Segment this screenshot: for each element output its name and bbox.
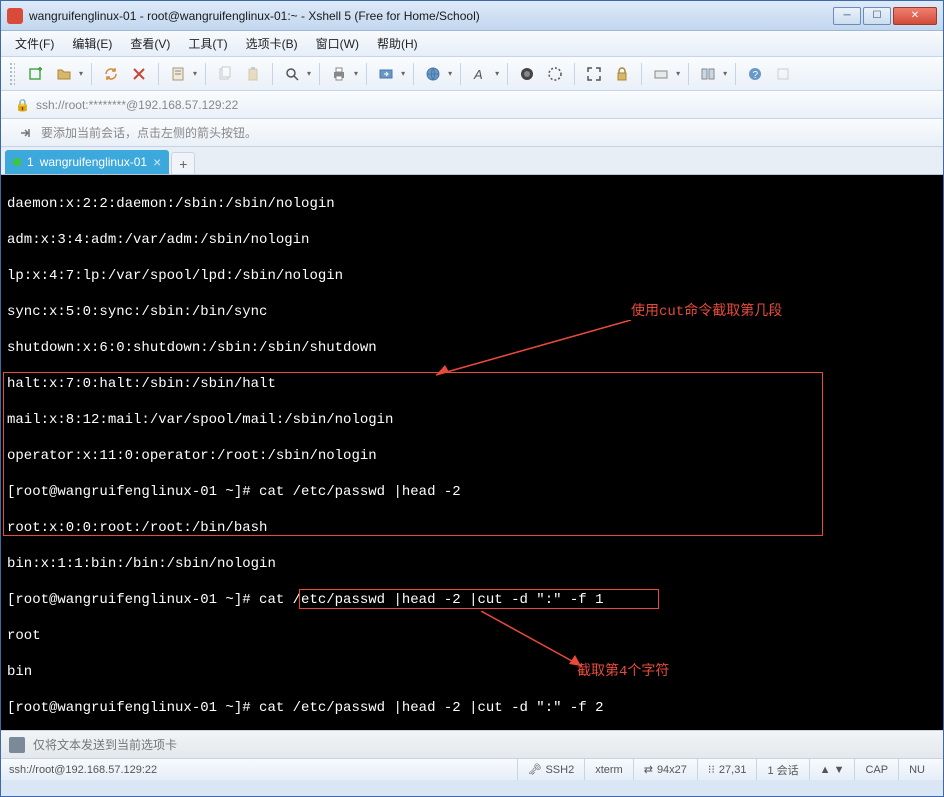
chevron-down-icon[interactable]: ▾ (723, 69, 727, 78)
hint-bar: 要添加当前会话，点击左侧的箭头按钮。 (1, 119, 943, 147)
minimize-button[interactable]: ─ (833, 7, 861, 25)
terminal-line: bin (7, 663, 937, 681)
lock-button[interactable] (611, 63, 633, 85)
status-connection: ssh://root@192.168.57.129:22 (9, 764, 157, 776)
chevron-down-icon[interactable]: ▾ (676, 69, 680, 78)
help-button[interactable]: ? (744, 63, 766, 85)
terminal-line: operator:x:11:0:operator:/root:/sbin/nol… (7, 447, 937, 465)
status-dot-icon (13, 158, 21, 166)
tabs-bar: 1 wangruifenglinux-01 × + (1, 147, 943, 175)
pin-icon: ⁝⁝ (708, 763, 715, 776)
about-button[interactable] (772, 63, 794, 85)
toolbar: ▾ ▾ ▾ ▾ ▾ ▾ A ▾ ▾ ▾ ? (1, 57, 943, 91)
menu-window[interactable]: 窗口(W) (308, 32, 367, 55)
find-button[interactable] (281, 63, 303, 85)
terminal-line: mail:x:8:12:mail:/var/spool/mail:/sbin/n… (7, 411, 937, 429)
terminal-line: adm:x:3:4:adm:/var/adm:/sbin/nologin (7, 231, 937, 249)
globe-button[interactable] (422, 63, 444, 85)
window-title: wangruifenglinux-01 - root@wangruifengli… (29, 9, 831, 23)
highlight-button[interactable] (544, 63, 566, 85)
annotation-text-2: 截取第4个字符 (577, 663, 669, 681)
menubar: 文件(F) 编辑(E) 查看(V) 工具(T) 选项卡(B) 窗口(W) 帮助(… (1, 31, 943, 57)
chevron-down-icon[interactable]: ▾ (307, 69, 311, 78)
close-tab-button[interactable]: × (153, 155, 161, 169)
status-term: xterm (584, 759, 633, 780)
terminal-line: root:x:0:0:root:/root:/bin/bash (7, 519, 937, 537)
status-size: ⇄94x27 (633, 759, 697, 780)
chevron-down-icon[interactable]: ▾ (193, 69, 197, 78)
terminal-line: lp:x:4:7:lp:/var/spool/lpd:/sbin/nologin (7, 267, 937, 285)
new-tab-button[interactable]: + (171, 152, 195, 174)
arrow-icon[interactable] (19, 126, 33, 140)
svg-text:A: A (473, 67, 483, 82)
ssh-icon: 🗝 (528, 763, 542, 776)
grid-icon: ⇄ (644, 763, 653, 776)
terminal-line: halt:x:7:0:halt:/sbin:/sbin/halt (7, 375, 937, 393)
send-bar (1, 730, 943, 758)
address-bar: 🔒 ssh://root:********@192.168.57.129:22 (1, 91, 943, 119)
status-protocol: 🗝SSH2 (517, 759, 585, 780)
close-button[interactable]: ✕ (893, 7, 937, 25)
hint-text: 要添加当前会话，点击左侧的箭头按钮。 (41, 124, 257, 141)
menu-file[interactable]: 文件(F) (7, 32, 62, 55)
annotation-text-1: 使用cut命令截取第几段 (631, 303, 782, 321)
layout-button[interactable] (697, 63, 719, 85)
menu-tools[interactable]: 工具(T) (180, 32, 235, 55)
terminal-line: daemon:x:2:2:daemon:/sbin:/sbin/nologin (7, 195, 937, 213)
status-bar: ssh://root@192.168.57.129:22 🗝SSH2 xterm… (1, 758, 943, 780)
send-icon[interactable] (9, 737, 25, 753)
send-input[interactable] (33, 738, 935, 752)
properties-button[interactable] (167, 63, 189, 85)
transfer-button[interactable] (375, 63, 397, 85)
svg-text:?: ? (753, 70, 759, 81)
terminal-line: sync:x:5:0:sync:/sbin:/bin/sync (7, 303, 937, 321)
session-tab[interactable]: 1 wangruifenglinux-01 × (5, 150, 169, 174)
address-text[interactable]: ssh://root:********@192.168.57.129:22 (36, 98, 238, 112)
chevron-down-icon[interactable]: ▾ (354, 69, 358, 78)
terminal-line: root (7, 627, 937, 645)
terminal-line: [root@wangruifenglinux-01 ~]# cat /etc/p… (7, 699, 937, 717)
tab-index: 1 (27, 155, 34, 169)
disconnect-button[interactable] (128, 63, 150, 85)
status-num: NU (898, 759, 935, 780)
fullscreen-button[interactable] (583, 63, 605, 85)
status-cap: CAP (854, 759, 898, 780)
color-scheme-button[interactable] (516, 63, 538, 85)
menu-tabs[interactable]: 选项卡(B) (238, 32, 306, 55)
font-button[interactable]: A (469, 63, 491, 85)
drag-handle[interactable] (9, 62, 15, 86)
terminal-line: [root@wangruifenglinux-01 ~]# cat /etc/p… (7, 483, 937, 501)
terminal[interactable]: daemon:x:2:2:daemon:/sbin:/sbin/nologin … (1, 175, 943, 730)
maximize-button[interactable]: ☐ (863, 7, 891, 25)
terminal-line: [root@wangruifenglinux-01 ~]# cat /etc/p… (7, 591, 937, 609)
menu-edit[interactable]: 编辑(E) (64, 32, 120, 55)
keyboard-button[interactable] (650, 63, 672, 85)
status-sessions: 1 会话 (756, 759, 808, 780)
chevron-down-icon[interactable]: ▾ (495, 69, 499, 78)
tab-label: wangruifenglinux-01 (40, 155, 147, 169)
new-session-button[interactable] (25, 63, 47, 85)
open-button[interactable] (53, 63, 75, 85)
chevron-down-icon[interactable]: ▾ (401, 69, 405, 78)
status-pos: ⁝⁝27,31 (697, 759, 757, 780)
lock-icon: 🔒 (15, 98, 30, 112)
copy-button[interactable] (214, 63, 236, 85)
paste-button[interactable] (242, 63, 264, 85)
app-icon (7, 8, 23, 24)
terminal-line: bin:x:1:1:bin:/bin:/sbin/nologin (7, 555, 937, 573)
status-triangle[interactable]: ▲ ▼ (809, 759, 855, 780)
menu-view[interactable]: 查看(V) (122, 32, 178, 55)
window-titlebar: wangruifenglinux-01 - root@wangruifengli… (1, 1, 943, 31)
chevron-down-icon[interactable]: ▾ (448, 69, 452, 78)
menu-help[interactable]: 帮助(H) (369, 32, 426, 55)
terminal-line: shutdown:x:6:0:shutdown:/sbin:/sbin/shut… (7, 339, 937, 357)
chevron-down-icon[interactable]: ▾ (79, 69, 83, 78)
reconnect-button[interactable] (100, 63, 122, 85)
print-button[interactable] (328, 63, 350, 85)
